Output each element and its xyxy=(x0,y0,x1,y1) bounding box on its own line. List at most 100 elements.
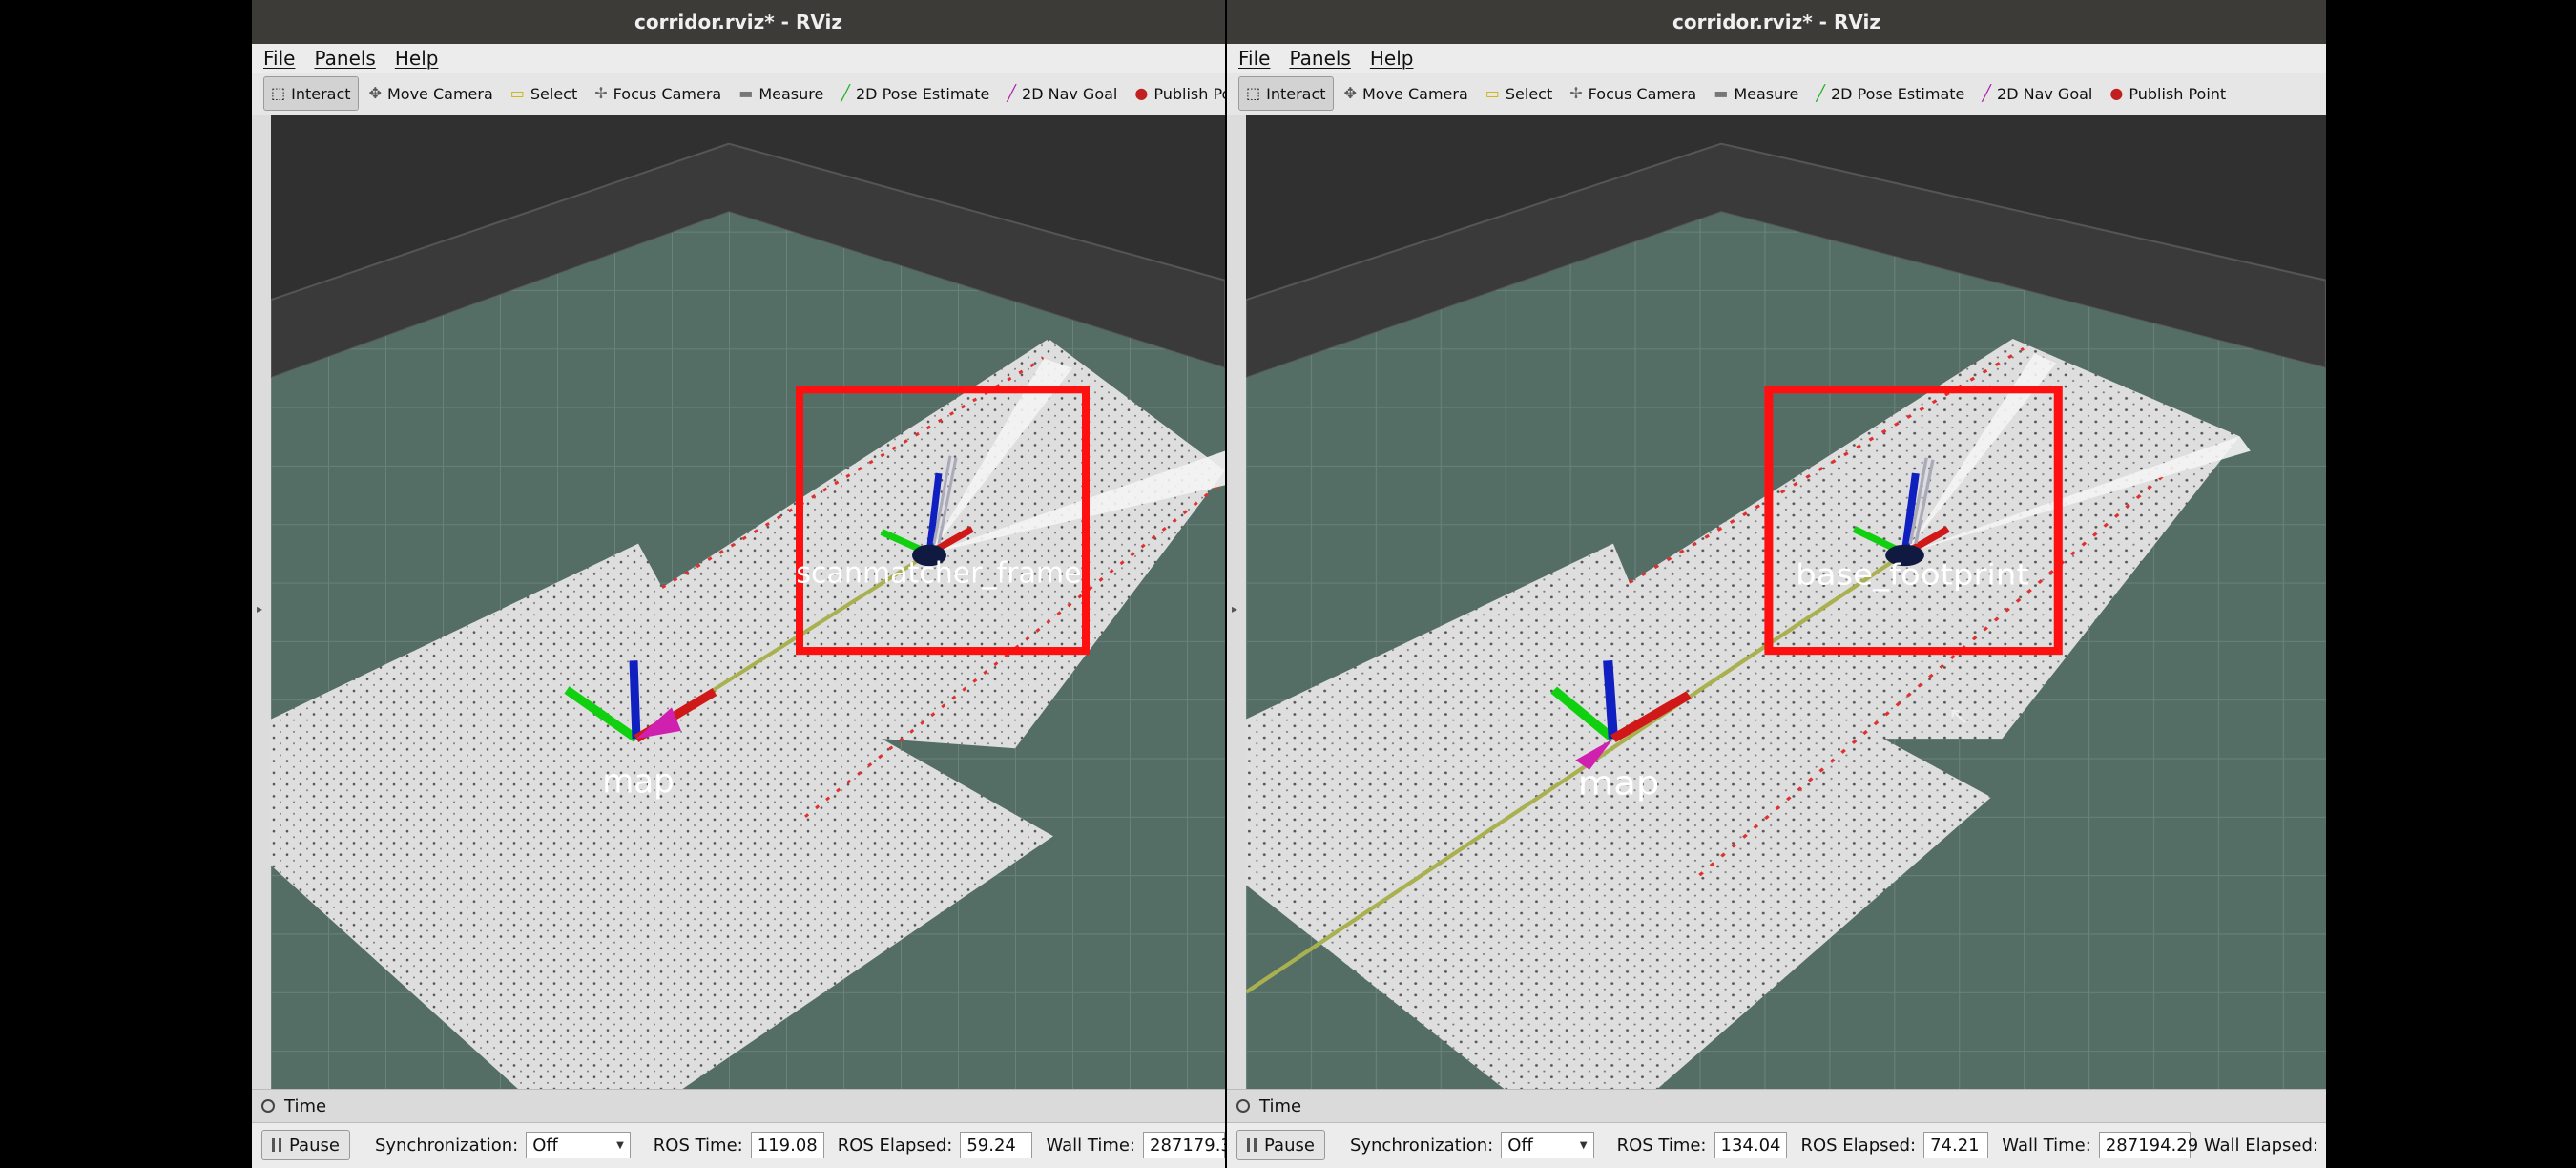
ros-elapsed-label: ROS Elapsed: xyxy=(1800,1135,1917,1156)
tool-focus-camera[interactable]: ✢ Focus Camera xyxy=(588,77,728,110)
tool-publish-point[interactable]: ● Publish Point xyxy=(2103,77,2233,110)
ros-time-field[interactable]: 119.08 xyxy=(750,1132,824,1158)
ros-time-label: ROS Time: xyxy=(1616,1135,1707,1156)
tool-label: Select xyxy=(530,84,578,103)
map-axis-z xyxy=(1603,660,1618,740)
sync-select[interactable]: Off ▼ xyxy=(526,1132,631,1158)
robot-frame-label: scanmatcher_frame xyxy=(796,556,1081,590)
pause-label: Pause xyxy=(289,1135,340,1156)
focus-camera-icon: ✢ xyxy=(1569,84,1583,102)
tool-bar: ⬚ Interact ✥ Move Camera ▭ Select ✢ Focus Ca… xyxy=(1227,73,2326,115)
time-panel-header: Time xyxy=(1227,1090,2326,1123)
menu-bar: File Panels Help xyxy=(1227,44,2326,73)
menu-panels[interactable]: Panels xyxy=(1289,47,1350,70)
tool-label: Measure xyxy=(1734,84,1799,103)
tool-label: Publish Point xyxy=(1153,84,1225,103)
tool-label: Interact xyxy=(1266,84,1326,103)
focus-camera-icon: ✢ xyxy=(594,84,608,102)
menu-help[interactable]: Help xyxy=(395,47,439,70)
cursor-icon: ⬚ xyxy=(271,84,286,102)
tool-label: Move Camera xyxy=(386,84,493,103)
pause-icon xyxy=(1247,1138,1257,1152)
3d-render-view[interactable]: base_footprint map ↖ xyxy=(1246,115,2326,1090)
clock-icon xyxy=(1236,1099,1250,1113)
time-panel-title: Time xyxy=(1259,1095,1302,1116)
window-title: corridor.rviz* - RViz xyxy=(634,10,842,33)
map-pin-icon: ● xyxy=(2109,84,2124,102)
tool-publish-point[interactable]: ●Publish Point xyxy=(1128,77,1225,110)
tool-label: 2D Pose Estimate xyxy=(1830,84,1965,103)
nav-goal-icon: ╱ xyxy=(1007,84,1017,102)
wall-elapsed-label: Wall Elapsed: xyxy=(2203,1135,2318,1156)
tool-label: Focus Camera xyxy=(1588,84,1697,103)
chevron-right-icon: ▸ xyxy=(1232,602,1238,615)
map-frame-label: map xyxy=(1578,763,1660,803)
rviz-window-right: corridor.rviz* - RViz File Panels Help ⬚… xyxy=(1227,0,2326,1168)
measure-icon: ▬ xyxy=(1714,84,1729,102)
move-camera-icon: ✥ xyxy=(368,84,382,102)
ros-time-field[interactable]: 134.04 xyxy=(1714,1132,1788,1158)
sync-select[interactable]: Off ▼ xyxy=(1501,1132,1594,1158)
sync-value: Off xyxy=(532,1135,558,1156)
time-panel-header: Time xyxy=(252,1090,1225,1123)
tool-move-camera[interactable]: ✥ Move Camera xyxy=(363,77,500,110)
menu-file[interactable]: File xyxy=(1238,47,1270,70)
select-icon: ▭ xyxy=(509,84,525,102)
wall-time-label: Wall Time: xyxy=(2002,1135,2091,1156)
3d-render-view[interactable]: scanmatcher_frame map xyxy=(271,115,1225,1090)
pause-button[interactable]: Pause xyxy=(261,1130,350,1160)
dock-collapse-handle[interactable]: ▸ xyxy=(1227,115,1247,1090)
move-camera-icon: ✥ xyxy=(1343,84,1357,102)
ros-time-label: ROS Time: xyxy=(653,1135,743,1156)
window-title-bar[interactable]: corridor.rviz* - RViz xyxy=(252,0,1225,44)
map-pin-icon: ● xyxy=(1134,84,1149,102)
mouse-cursor-icon: ↖ xyxy=(1948,703,1970,730)
cursor-icon: ⬚ xyxy=(1246,84,1261,102)
menu-file[interactable]: File xyxy=(263,47,295,70)
tool-move-camera[interactable]: ✥ Move Camera xyxy=(1338,77,1475,110)
tool-2d-nav-goal[interactable]: ╱ 2D Nav Goal xyxy=(1000,77,1124,110)
sync-value: Off xyxy=(1507,1135,1533,1156)
pose-estimate-icon: ╱ xyxy=(1816,84,1825,102)
window-title-bar[interactable]: corridor.rviz* - RViz xyxy=(1227,0,2326,44)
time-panel: Time Pause Synchronization: Off ▼ ROS Tim… xyxy=(1227,1089,2326,1168)
clock-icon xyxy=(261,1099,275,1113)
time-panel: Time Pause Synchronization: Off ▼ ROS Tim… xyxy=(252,1089,1225,1168)
pose-estimate-icon: ╱ xyxy=(841,84,850,102)
ros-elapsed-field[interactable]: 59.24 xyxy=(960,1132,1033,1158)
sync-label: Synchronization: xyxy=(1349,1135,1494,1156)
tool-label: Select xyxy=(1505,84,1553,103)
measure-icon: ▬ xyxy=(738,84,754,102)
chevron-down-icon: ▼ xyxy=(1579,1139,1588,1151)
tool-measure[interactable]: ▬ Measure xyxy=(1707,77,1805,110)
wall-time-field[interactable]: 287179.3 xyxy=(1143,1132,1225,1158)
tool-2d-pose-estimate[interactable]: ╱ 2D Pose Estimate xyxy=(834,77,996,110)
menu-panels[interactable]: Panels xyxy=(314,47,375,70)
ros-elapsed-label: ROS Elapsed: xyxy=(837,1135,953,1156)
window-title: corridor.rviz* - RViz xyxy=(1672,10,1880,33)
wall-time-field[interactable]: 287194.29 xyxy=(2098,1132,2198,1158)
robot-frame-label: base_footprint xyxy=(1796,557,2028,592)
tool-select[interactable]: ▭ Select xyxy=(504,77,584,110)
pause-label: Pause xyxy=(1264,1135,1315,1156)
chevron-right-icon: ▸ xyxy=(257,602,263,615)
tool-focus-camera[interactable]: ✢ Focus Camera xyxy=(1563,77,1703,110)
tool-interact[interactable]: ⬚ Interact xyxy=(263,76,359,111)
tool-bar: ⬚ Interact ✥ Move Camera ▭ Select ✢ Focus Ca… xyxy=(252,73,1225,115)
ros-elapsed-field[interactable]: 74.21 xyxy=(1923,1132,1989,1158)
tool-2d-nav-goal[interactable]: ╱ 2D Nav Goal xyxy=(1975,77,2099,110)
tool-select[interactable]: ▭ Select xyxy=(1479,77,1559,110)
map-frame-label: map xyxy=(602,762,675,801)
time-controls: Pause Synchronization: Off ▼ ROS Time: 13… xyxy=(1236,1128,2326,1162)
dock-collapse-handle[interactable]: ▸ xyxy=(252,115,272,1090)
pause-button[interactable]: Pause xyxy=(1236,1130,1325,1160)
tool-measure[interactable]: ▬ Measure xyxy=(732,77,830,110)
menu-bar: File Panels Help xyxy=(252,44,1225,73)
tool-interact[interactable]: ⬚ Interact xyxy=(1238,76,1334,111)
select-icon: ▭ xyxy=(1485,84,1500,102)
tool-2d-pose-estimate[interactable]: ╱ 2D Pose Estimate xyxy=(1809,77,1971,110)
menu-help[interactable]: Help xyxy=(1370,47,1414,70)
tool-label: Publish Point xyxy=(2129,84,2227,103)
tool-label: 2D Nav Goal xyxy=(1997,84,2093,103)
scene-drawing: base_footprint map ↖ xyxy=(1246,115,2326,1090)
